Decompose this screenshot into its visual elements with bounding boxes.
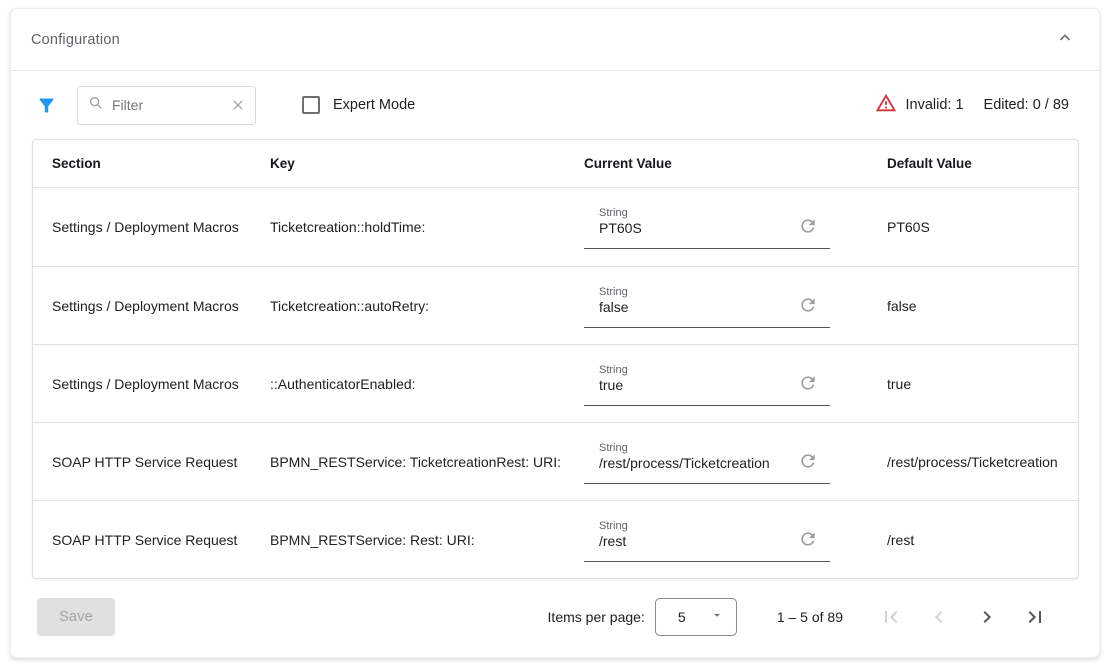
cell-key: BPMN_RESTService: TicketcreationRest: UR… xyxy=(251,454,565,470)
table-row: Settings / Deployment Macros Ticketcreat… xyxy=(33,266,1078,344)
reset-to-default-icon[interactable] xyxy=(798,216,818,236)
edited-count: Edited: 0 / 89 xyxy=(984,97,1069,113)
value-type-label: String xyxy=(584,440,830,455)
pagination-controls xyxy=(871,597,1055,637)
save-button[interactable]: Save xyxy=(37,598,115,636)
cell-key: Ticketcreation::holdTime: xyxy=(251,219,565,235)
invalid-status: Invalid: 1 xyxy=(875,92,964,119)
value-type-label: String xyxy=(584,362,830,377)
cell-key: Ticketcreation::autoRetry: xyxy=(251,298,565,314)
page-range-label: 1 – 5 of 89 xyxy=(777,609,843,625)
invalid-count: Invalid: 1 xyxy=(906,97,964,113)
cell-section: SOAP HTTP Service Request xyxy=(33,532,251,548)
cell-default-value: /rest/process/Ticketcreation xyxy=(848,454,1078,470)
current-value-input[interactable]: /rest/process/Ticketcreation xyxy=(584,455,830,471)
cell-section: Settings / Deployment Macros xyxy=(33,219,251,235)
chevron-down-icon xyxy=(710,608,724,627)
cell-section: Settings / Deployment Macros xyxy=(33,298,251,314)
reset-to-default-icon[interactable] xyxy=(798,295,818,315)
column-header-section: Section xyxy=(33,156,251,171)
paginator: Items per page: 5 1 – 5 of 89 xyxy=(548,597,1055,637)
reset-to-default-icon[interactable] xyxy=(798,373,818,393)
collapse-panel-button[interactable] xyxy=(1051,26,1079,54)
value-type-label: String xyxy=(584,205,830,220)
current-value-input[interactable]: /rest xyxy=(584,533,830,549)
column-header-default-value: Default Value xyxy=(848,156,1078,171)
previous-page-icon[interactable] xyxy=(919,597,959,637)
cell-default-value: false xyxy=(848,298,1078,314)
last-page-icon[interactable] xyxy=(1015,597,1055,637)
cell-current-value: String /rest/process/Ticketcreation xyxy=(565,440,848,484)
toolbar: Expert Mode Invalid: 1 Edited: 0 / 89 xyxy=(11,71,1099,139)
configuration-table: Section Key Current Value Default Value … xyxy=(32,139,1079,579)
expert-mode-checkbox[interactable] xyxy=(302,96,320,114)
current-value-field[interactable]: String false xyxy=(584,284,830,328)
cell-default-value: true xyxy=(848,376,1078,392)
cell-key: BPMN_RESTService: Rest: URI: xyxy=(251,532,565,548)
current-value-field[interactable]: String PT60S xyxy=(584,205,830,249)
items-per-page-select[interactable]: 5 xyxy=(655,598,737,636)
filter-input[interactable] xyxy=(112,97,231,113)
first-page-icon[interactable] xyxy=(871,597,911,637)
page-title: Configuration xyxy=(31,32,120,48)
table-row: Settings / Deployment Macros ::Authentic… xyxy=(33,344,1078,422)
current-value-input[interactable]: false xyxy=(584,299,830,315)
current-value-input[interactable]: true xyxy=(584,377,830,393)
cell-key: ::AuthenticatorEnabled: xyxy=(251,376,565,392)
items-per-page-value: 5 xyxy=(678,609,686,625)
clear-filter-icon[interactable] xyxy=(231,98,245,112)
current-value-field[interactable]: String /rest/process/Ticketcreation xyxy=(584,440,830,484)
current-value-field[interactable]: String true xyxy=(584,362,830,406)
configuration-panel: Configuration Expert Mode xyxy=(10,8,1100,658)
filter-icon[interactable] xyxy=(31,90,61,120)
current-value-field[interactable]: String /rest xyxy=(584,518,830,562)
expert-mode-label: Expert Mode xyxy=(333,97,415,113)
table-body: Settings / Deployment Macros Ticketcreat… xyxy=(33,188,1078,578)
cell-section: SOAP HTTP Service Request xyxy=(33,454,251,470)
cell-section: Settings / Deployment Macros xyxy=(33,376,251,392)
panel-header: Configuration xyxy=(11,9,1099,71)
table-row: SOAP HTTP Service Request BPMN_RESTServi… xyxy=(33,500,1078,578)
chevron-up-icon xyxy=(1056,29,1074,50)
table-header-row: Section Key Current Value Default Value xyxy=(33,140,1078,188)
next-page-icon[interactable] xyxy=(967,597,1007,637)
footer: Save Items per page: 5 1 – 5 of 89 xyxy=(11,577,1099,657)
value-type-label: String xyxy=(584,284,830,299)
warning-icon xyxy=(875,92,897,119)
column-header-key: Key xyxy=(251,156,565,171)
table-row: SOAP HTTP Service Request BPMN_RESTServi… xyxy=(33,422,1078,500)
current-value-input[interactable]: PT60S xyxy=(584,220,830,236)
column-header-current-value: Current Value xyxy=(565,156,848,171)
cell-current-value: String false xyxy=(565,284,848,328)
items-per-page-label: Items per page: xyxy=(548,609,645,625)
cell-default-value: /rest xyxy=(848,532,1078,548)
cell-current-value: String true xyxy=(565,362,848,406)
reset-to-default-icon[interactable] xyxy=(798,529,818,549)
table-row: Settings / Deployment Macros Ticketcreat… xyxy=(33,188,1078,266)
search-icon xyxy=(88,95,104,116)
cell-current-value: String /rest xyxy=(565,518,848,562)
expert-mode-toggle[interactable]: Expert Mode xyxy=(302,96,415,114)
status-group: Invalid: 1 Edited: 0 / 89 xyxy=(875,92,1080,119)
filter-field[interactable] xyxy=(77,86,256,125)
value-type-label: String xyxy=(584,518,830,533)
reset-to-default-icon[interactable] xyxy=(798,451,818,471)
cell-default-value: PT60S xyxy=(848,219,1078,235)
cell-current-value: String PT60S xyxy=(565,205,848,249)
